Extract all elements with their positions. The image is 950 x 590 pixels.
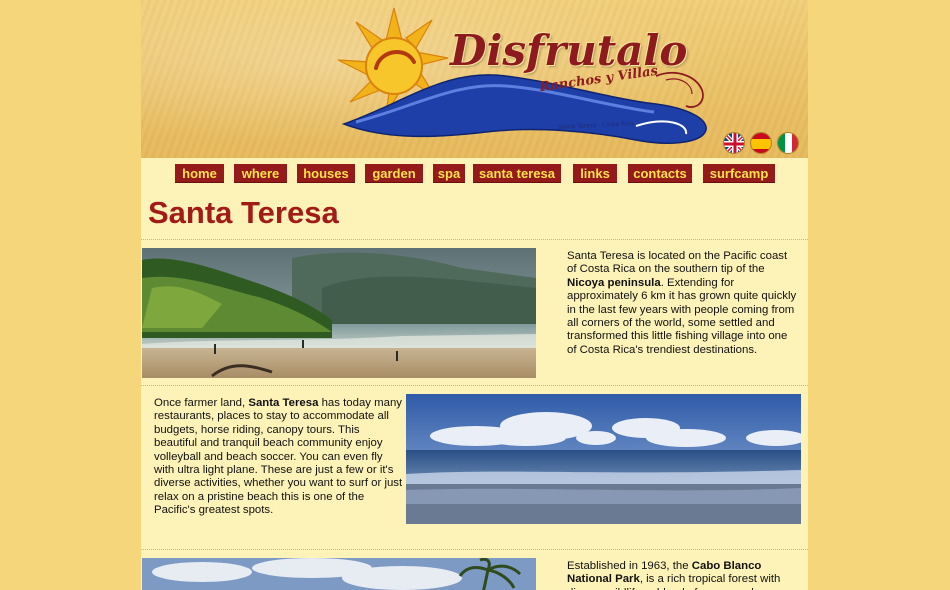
nav-garden[interactable]: garden — [365, 164, 423, 183]
nav-home[interactable]: home — [175, 164, 224, 183]
nav-santa-teresa[interactable]: santa teresa — [473, 164, 561, 183]
page-title: Santa Teresa — [148, 195, 339, 230]
italy-flag-icon[interactable] — [777, 132, 799, 154]
para-text: Once farmer land, — [154, 397, 249, 409]
divider — [141, 549, 808, 550]
para-text: has today many restaurants, places to st… — [154, 397, 403, 517]
header-banner: Disfrutalo Ranchos y Villas Santa Teresa… — [141, 0, 808, 158]
site-logo[interactable]: Disfrutalo Ranchos y Villas Santa Teresa… — [336, 6, 726, 154]
uk-flag-icon[interactable] — [723, 132, 745, 154]
nav-spa[interactable]: spa — [433, 164, 465, 183]
para-text: Established in 1963, the — [567, 560, 692, 572]
activities-paragraph: Once farmer land, Santa Teresa has today… — [154, 397, 404, 518]
spain-flag-icon[interactable] — [750, 132, 772, 154]
nav-contacts[interactable]: contacts — [628, 164, 692, 183]
nav-links[interactable]: links — [573, 164, 617, 183]
beach-sunset-photo — [406, 394, 801, 524]
para-text: Santa Teresa is located on the Pacific c… — [567, 250, 788, 276]
nav-houses[interactable]: houses — [297, 164, 355, 183]
divider — [141, 239, 808, 240]
nav-where[interactable]: where — [234, 164, 287, 183]
cabo-blanco-photo — [142, 558, 536, 590]
divider — [141, 385, 808, 386]
santa-teresa-text: Santa Teresa — [248, 397, 319, 409]
santa-teresa-beach-photo — [142, 248, 536, 378]
nav-surfcamp[interactable]: surfcamp — [703, 164, 775, 183]
intro-paragraph: Santa Teresa is located on the Pacific c… — [567, 250, 797, 357]
nicoya-peninsula-text: Nicoya peninsula — [567, 276, 661, 289]
page-container: Disfrutalo Ranchos y Villas Santa Teresa… — [141, 0, 808, 590]
main-nav: home where houses garden spa santa teres… — [141, 164, 808, 184]
cabo-blanco-paragraph: Established in 1963, the Cabo Blanco Nat… — [567, 560, 797, 590]
